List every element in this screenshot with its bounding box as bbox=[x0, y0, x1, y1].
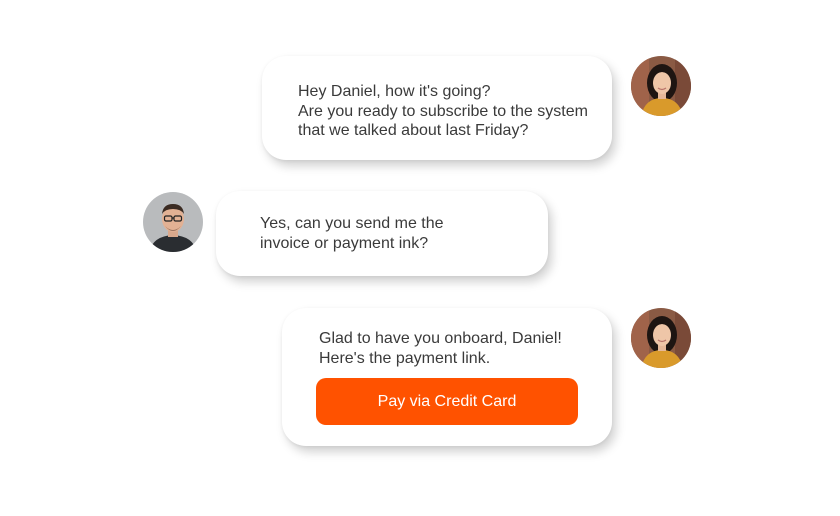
woman-avatar-icon bbox=[631, 56, 691, 116]
chat-bubble-agent-2: Glad to have you onboard, Daniel! Here's… bbox=[282, 308, 612, 446]
message-line: Are you ready to subscribe to the system bbox=[298, 102, 588, 120]
message-line: Here's the payment link. bbox=[319, 349, 491, 367]
message-line: invoice or payment ink? bbox=[260, 234, 429, 252]
chat-bubble-agent-1: Hey Daniel, how it's going? Are you read… bbox=[262, 56, 612, 160]
message-line: Glad to have you onboard, Daniel! bbox=[319, 330, 562, 347]
agent-avatar bbox=[631, 56, 691, 116]
agent-avatar bbox=[631, 308, 691, 368]
chat-bubble-customer-1: Yes, can you send me the invoice or paym… bbox=[216, 191, 548, 276]
man-avatar-icon bbox=[143, 192, 203, 252]
message-line: that we talked about last Friday? bbox=[298, 122, 529, 139]
message-line: Yes, can you send me the bbox=[260, 215, 444, 232]
message-line: Hey Daniel, how it's going? bbox=[298, 83, 491, 100]
woman-avatar-icon bbox=[631, 308, 691, 368]
pay-credit-card-button[interactable]: Pay via Credit Card bbox=[316, 378, 578, 425]
customer-avatar bbox=[143, 192, 203, 252]
